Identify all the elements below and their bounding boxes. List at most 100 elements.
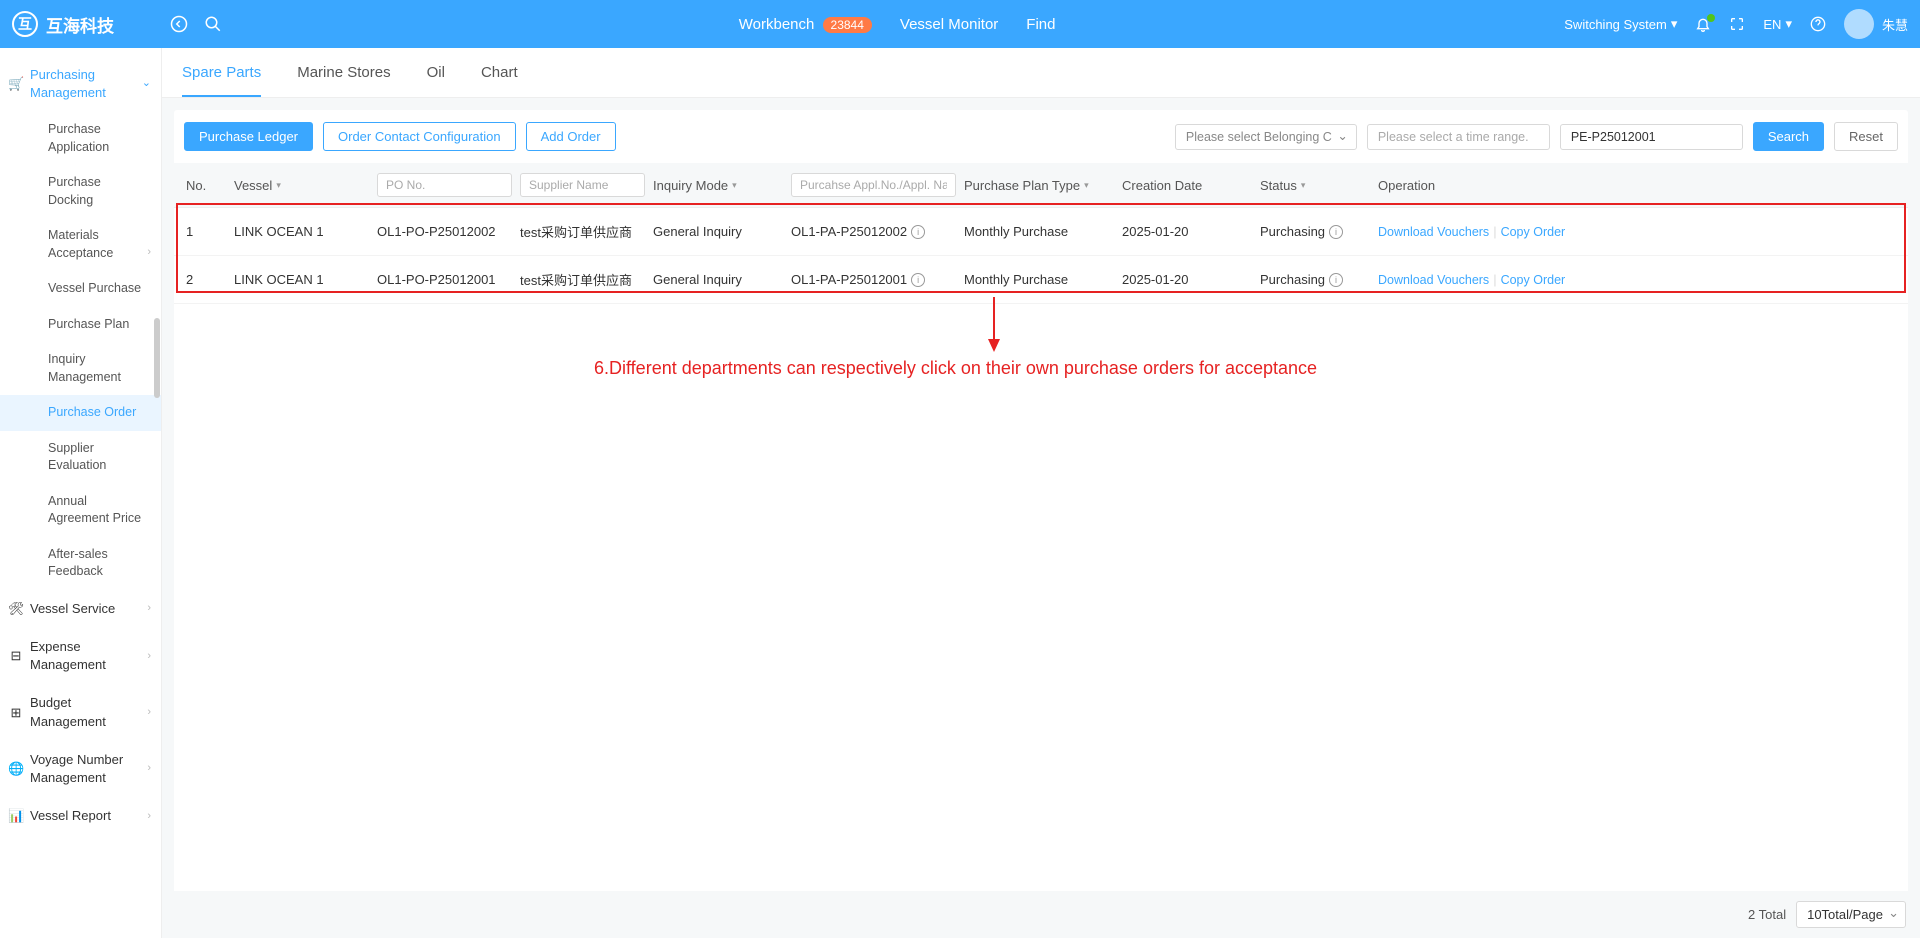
sort-icon: ▾: [1301, 180, 1306, 191]
sidebar-annual-agreement[interactable]: Annual Agreement Price: [0, 484, 161, 537]
sort-icon: ▾: [276, 180, 281, 191]
nav-find[interactable]: Find: [1026, 16, 1055, 33]
sidebar-supplier-evaluation[interactable]: Supplier Evaluation: [0, 431, 161, 484]
sidebar-materials-label: Materials Acceptance: [48, 228, 113, 260]
cell-date: 2025-01-20: [1122, 224, 1252, 239]
po-filter-input[interactable]: [377, 173, 512, 197]
sidebar-vessel-purchase[interactable]: Vessel Purchase: [0, 271, 161, 307]
col-vessel-label: Vessel: [234, 178, 272, 193]
tab-marine-stores[interactable]: Marine Stores: [297, 48, 390, 97]
caret-down-icon: ▾: [1671, 16, 1678, 32]
sidebar-after-sales[interactable]: After-sales Feedback: [0, 537, 161, 590]
sidebar-budget-management[interactable]: ⊞ Budget Management ›: [0, 684, 161, 740]
search-icon[interactable]: [196, 7, 230, 41]
supplier-filter-input[interactable]: [520, 173, 645, 197]
belonging-select[interactable]: Please select Belonging C: [1175, 124, 1357, 150]
switching-system[interactable]: Switching System ▾: [1564, 16, 1677, 32]
cell-inquiry: General Inquiry: [653, 272, 783, 287]
help-icon[interactable]: [1810, 16, 1826, 32]
table-row[interactable]: 1LINK OCEAN 1OL1-PO-P25012002test采购订单供应商…: [174, 208, 1908, 256]
col-status[interactable]: Status ▾: [1260, 178, 1370, 193]
chevron-right-icon: ›: [147, 705, 151, 720]
pagination-bar: 2 Total 10Total/Page: [162, 891, 1920, 938]
table: No. Vessel ▾ Inquiry Mode ▾: [174, 163, 1908, 891]
info-icon[interactable]: i: [911, 225, 925, 239]
info-icon[interactable]: i: [911, 273, 925, 287]
add-order-button[interactable]: Add Order: [526, 122, 616, 151]
brand-text: 互海科技: [46, 12, 114, 37]
col-operation: Operation: [1378, 178, 1896, 193]
caret-down-icon: ▾: [1785, 16, 1792, 32]
sidebar-purchase-docking[interactable]: Purchase Docking: [0, 165, 161, 218]
cell-date: 2025-01-20: [1122, 272, 1252, 287]
col-vessel[interactable]: Vessel ▾: [234, 178, 369, 193]
info-icon[interactable]: i: [1329, 225, 1343, 239]
chevron-right-icon: ›: [147, 649, 151, 664]
col-appl: [791, 173, 956, 197]
copy-order-link[interactable]: Copy Order: [1501, 273, 1566, 287]
sidebar-voyage-label: Voyage Number Management: [30, 751, 149, 787]
col-inquiry-mode[interactable]: Inquiry Mode ▾: [653, 178, 783, 193]
top-bar: 互 互海科技 Workbench 23844 Vessel Monitor Fi…: [0, 0, 1920, 48]
cell-status: Purchasing i: [1260, 224, 1370, 239]
total-count: 2 Total: [1748, 907, 1786, 922]
lang-label: EN: [1763, 17, 1781, 32]
search-input[interactable]: [1560, 124, 1743, 150]
download-vouchers-link[interactable]: Download Vouchers: [1378, 225, 1489, 239]
annotation-text: 6.Different departments can respectively…: [594, 358, 1317, 379]
purchase-ledger-button[interactable]: Purchase Ledger: [184, 122, 313, 151]
cell-plan: Monthly Purchase: [964, 272, 1114, 287]
annotation-arrow: [984, 297, 1004, 352]
tab-oil[interactable]: Oil: [427, 48, 445, 97]
page-size-select[interactable]: 10Total/Page: [1796, 901, 1906, 928]
user-menu[interactable]: 朱慧: [1844, 9, 1908, 39]
nav-workbench[interactable]: Workbench 23844: [739, 16, 872, 33]
tab-chart[interactable]: Chart: [481, 48, 518, 97]
sidebar-vessel-report-label: Vessel Report: [30, 807, 111, 825]
info-icon[interactable]: i: [1329, 273, 1343, 287]
language-switch[interactable]: EN ▾: [1763, 16, 1792, 32]
col-no: No.: [186, 178, 226, 193]
sidebar-vessel-report[interactable]: 📊 Vessel Report ›: [0, 797, 161, 835]
cell-status: Purchasing i: [1260, 272, 1370, 287]
time-range-input[interactable]: [1367, 124, 1550, 150]
tab-spare-parts[interactable]: Spare Parts: [182, 48, 261, 97]
sidebar-expense-label: Expense Management: [30, 638, 149, 674]
cell-plan: Monthly Purchase: [964, 224, 1114, 239]
download-vouchers-link[interactable]: Download Vouchers: [1378, 273, 1489, 287]
sidebar-purchasing[interactable]: 🛒 Purchasing Management ⌄: [0, 56, 161, 112]
username: 朱慧: [1882, 15, 1908, 34]
chevron-right-icon: ›: [147, 761, 151, 776]
nav-vessel-monitor[interactable]: Vessel Monitor: [900, 16, 998, 33]
cell-appl: OL1-PA-P25012001 i: [791, 272, 956, 287]
appl-filter-input[interactable]: [791, 173, 956, 197]
logo-icon: 互: [12, 11, 38, 37]
cell-vessel: LINK OCEAN 1: [234, 272, 369, 287]
table-header: No. Vessel ▾ Inquiry Mode ▾: [174, 163, 1908, 208]
sidebar-purchase-application[interactable]: Purchase Application: [0, 112, 161, 165]
sidebar-purchase-plan[interactable]: Purchase Plan: [0, 307, 161, 343]
back-icon[interactable]: [162, 7, 196, 41]
search-button[interactable]: Search: [1753, 122, 1824, 151]
cell-no: 1: [186, 224, 226, 239]
fullscreen-icon[interactable]: [1729, 16, 1745, 32]
scrollbar-thumb[interactable]: [154, 318, 160, 398]
cell-vessel: LINK OCEAN 1: [234, 224, 369, 239]
order-contact-button[interactable]: Order Contact Configuration: [323, 122, 516, 151]
sidebar-purchase-order[interactable]: Purchase Order: [0, 395, 161, 431]
sidebar-vessel-service[interactable]: 🛠 Vessel Service ›: [0, 590, 161, 628]
sort-icon: ▾: [732, 180, 737, 191]
bell-icon[interactable]: [1695, 16, 1711, 32]
avatar: [1844, 9, 1874, 39]
reset-button[interactable]: Reset: [1834, 122, 1898, 151]
col-plan-type[interactable]: Purchase Plan Type ▾: [964, 178, 1114, 193]
cell-po: OL1-PO-P25012001: [377, 272, 512, 287]
table-row[interactable]: 2LINK OCEAN 1OL1-PO-P25012001test采购订单供应商…: [174, 256, 1908, 304]
sidebar-inquiry-management[interactable]: Inquiry Management: [0, 342, 161, 395]
cell-no: 2: [186, 272, 226, 287]
copy-order-link[interactable]: Copy Order: [1501, 225, 1566, 239]
sidebar-materials-acceptance[interactable]: Materials Acceptance ›: [0, 218, 161, 271]
sidebar-expense-management[interactable]: ⊟ Expense Management ›: [0, 628, 161, 684]
cell-appl: OL1-PA-P25012002 i: [791, 224, 956, 239]
sidebar-voyage-number[interactable]: 🌐 Voyage Number Management ›: [0, 741, 161, 797]
